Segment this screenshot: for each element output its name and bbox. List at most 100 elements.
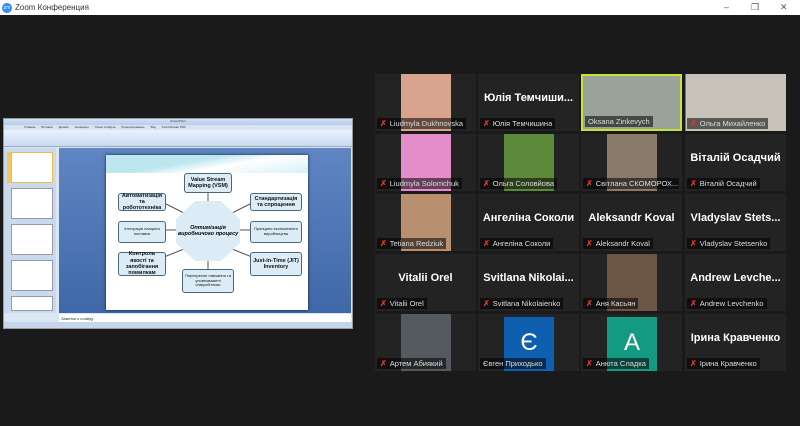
ribbon-tab[interactable]: Анимация <box>75 125 89 130</box>
slide-thumbnail[interactable] <box>11 260 53 291</box>
participant-tile[interactable]: ✗ Ольга Соловйова <box>478 134 579 191</box>
participant-tile[interactable]: Svitlana Nikolai... ✗ Svitlana Nikolaienko <box>478 254 579 311</box>
participant-name-label: ✗ Tetiana Redziuk <box>377 238 447 249</box>
participant-name-label: ✗ Ольга Соловйова <box>480 178 558 189</box>
participant-tile[interactable]: Vitalii Orel ✗ Vitalii Orel <box>375 254 476 311</box>
participant-tile[interactable]: ✗ Ольга Михайленко <box>685 74 786 131</box>
restore-button[interactable]: ❐ <box>751 0 759 15</box>
minimize-button[interactable]: – <box>724 0 729 15</box>
participant-display-name: Юлія Темчиши... <box>483 92 574 104</box>
participant-name-label: ✗ Andrew Levchenko <box>687 298 767 309</box>
participant-name-label: ✗ Юлія Темчишина <box>480 118 556 129</box>
ribbon-tab[interactable]: Главная <box>24 125 35 130</box>
participant-name-label: ✗ Liudmyla Dukhnovska <box>377 118 467 129</box>
participant-name-label: Євген Приходько <box>480 358 546 369</box>
participant-tile[interactable]: Vladyslav Stets... ✗ Vladyslav Stetsenko <box>685 194 786 251</box>
mic-muted-icon: ✗ <box>690 299 697 308</box>
participant-name: Oksana Zinkevych <box>588 117 650 126</box>
participant-tile[interactable]: Andrew Levche... ✗ Andrew Levchenko <box>685 254 786 311</box>
mic-muted-icon: ✗ <box>380 119 387 128</box>
mic-muted-icon: ✗ <box>690 239 697 248</box>
title-bar: zm Zoom Конференция – ❐ ✕ <box>0 0 800 15</box>
window-title: Zoom Конференция <box>15 3 89 12</box>
mic-muted-icon: ✗ <box>483 299 490 308</box>
zoom-logo-icon: zm <box>2 2 12 13</box>
participant-tile[interactable]: ✗ Світлана СКОМОРОХ... <box>581 134 682 191</box>
participant-tile[interactable]: Ірина Кравченко ✗ Ірина Кравченко <box>685 314 786 371</box>
slide-notes[interactable]: Заметки к слайду <box>59 314 351 322</box>
slide: Оптимізація виробничого процесу Value St… <box>106 155 308 310</box>
slide-thumbnail[interactable] <box>11 152 53 183</box>
participant-display-name: Svitlana Nikolai... <box>483 272 574 284</box>
participant-name: Аня Касьян <box>595 299 636 308</box>
mic-muted-icon: ✗ <box>483 119 490 128</box>
participant-tile[interactable]: A ✗ Анюта Сладка <box>581 314 682 371</box>
diagram-box: Автоматизація та робототехніка <box>118 193 166 211</box>
participant-tile[interactable]: Aleksandr Koval ✗ Aleksandr Koval <box>581 194 682 251</box>
mic-muted-icon: ✗ <box>586 299 593 308</box>
participant-tile[interactable]: Є Євген Приходько <box>478 314 579 371</box>
mic-muted-icon: ✗ <box>690 359 697 368</box>
participant-tile[interactable]: ✗ Аня Касьян <box>581 254 682 311</box>
participant-name: Ольга Михайленко <box>699 119 766 128</box>
ribbon-tab[interactable]: Показ слайдов <box>95 125 116 130</box>
participant-name: Юлія Темчишина <box>492 119 553 128</box>
mic-muted-icon: ✗ <box>586 179 593 188</box>
mic-muted-icon: ✗ <box>380 239 387 248</box>
diagram-center: Оптимізація виробничого процесу <box>176 201 240 261</box>
participant-name-label: ✗ Артем Абиякий <box>377 358 446 369</box>
mic-muted-icon: ✗ <box>690 179 697 188</box>
participant-display-name: Vladyslav Stets... <box>690 212 781 224</box>
ribbon-tab[interactable]: Рецензирование <box>121 125 144 130</box>
participant-name: Ангеліна Соколи <box>492 239 551 248</box>
participant-name: Aleksandr Koval <box>595 239 650 248</box>
participant-tile[interactable]: Віталій Осадчий ✗ Віталій Осадчий <box>685 134 786 191</box>
participant-tile[interactable]: ✗ Артем Абиякий <box>375 314 476 371</box>
slide-thumbnail[interactable] <box>11 188 53 219</box>
status-bar <box>4 322 352 328</box>
ribbon-tab[interactable]: Вид <box>151 125 156 130</box>
mic-muted-icon: ✗ <box>586 359 593 368</box>
slide-thumbnails <box>4 148 56 313</box>
participant-name-label: ✗ Ангеліна Соколи <box>480 238 554 249</box>
mic-muted-icon: ✗ <box>586 239 593 248</box>
slide-thumbnail[interactable] <box>11 224 53 255</box>
participant-tile[interactable]: ✗ Liudmyla Solomchuk <box>375 134 476 191</box>
participant-name: Євген Приходько <box>483 359 543 368</box>
participant-display-name: Andrew Levche... <box>690 272 781 284</box>
participant-name-label: ✗ Liudmyla Solomchuk <box>377 178 462 189</box>
participant-tile[interactable]: ✗ Tetiana Redziuk <box>375 194 476 251</box>
diagram-box: Перехресне навчання та уповноважені спів… <box>182 269 234 293</box>
participant-display-name: Віталій Осадчий <box>690 152 781 164</box>
diagram-box: Стандартизація та спрощення <box>250 193 302 211</box>
ribbon-tab[interactable]: Вставка <box>41 125 52 130</box>
participant-tile[interactable]: Oksana Zinkevych <box>581 74 682 131</box>
diagram-box: Принципи економічного виробництва <box>250 221 302 243</box>
participant-display-name: Vitalii Orel <box>398 272 453 284</box>
participant-name: Артем Абиякий <box>389 359 443 368</box>
participant-name: Liudmyla Solomchuk <box>389 179 459 188</box>
participant-tile[interactable]: ✗ Liudmyla Dukhnovska <box>375 74 476 131</box>
shared-screen[interactable]: PowerPoint Главная Вставка Дизайн Анимация П… <box>3 118 353 329</box>
participant-name-label: Oksana Zinkevych <box>585 116 653 127</box>
participant-name: Світлана СКОМОРОХ... <box>595 179 679 188</box>
mic-muted-icon: ✗ <box>483 179 490 188</box>
participant-name-label: ✗ Аня Касьян <box>583 298 639 309</box>
participant-tile[interactable]: Ангеліна Соколи ✗ Ангеліна Соколи <box>478 194 579 251</box>
participant-name: Віталій Осадчий <box>699 179 757 188</box>
participant-name: Vitalii Orel <box>389 299 424 308</box>
diagram-box: Just-in-Time (JIT) Inventory <box>250 252 302 276</box>
close-button[interactable]: ✕ <box>780 0 788 15</box>
ribbon-tab[interactable]: Foxit Reader PDF <box>162 125 186 130</box>
diagram-box: Контроль якості та запобігання помилкам <box>118 251 166 276</box>
ribbon-tab[interactable]: Дизайн <box>59 125 69 130</box>
participant-name-label: ✗ Ольга Михайленко <box>687 118 769 129</box>
diagram-box: Інтеграція ланцюга поставок <box>118 221 166 243</box>
participant-tile[interactable]: Юлія Темчиши... ✗ Юлія Темчишина <box>478 74 579 131</box>
slide-thumbnail[interactable] <box>11 296 53 311</box>
participant-name: Tetiana Redziuk <box>389 239 444 248</box>
mic-muted-icon: ✗ <box>690 119 697 128</box>
mic-muted-icon: ✗ <box>380 359 387 368</box>
participant-name: Ольга Соловйова <box>492 179 555 188</box>
mic-muted-icon: ✗ <box>380 299 387 308</box>
